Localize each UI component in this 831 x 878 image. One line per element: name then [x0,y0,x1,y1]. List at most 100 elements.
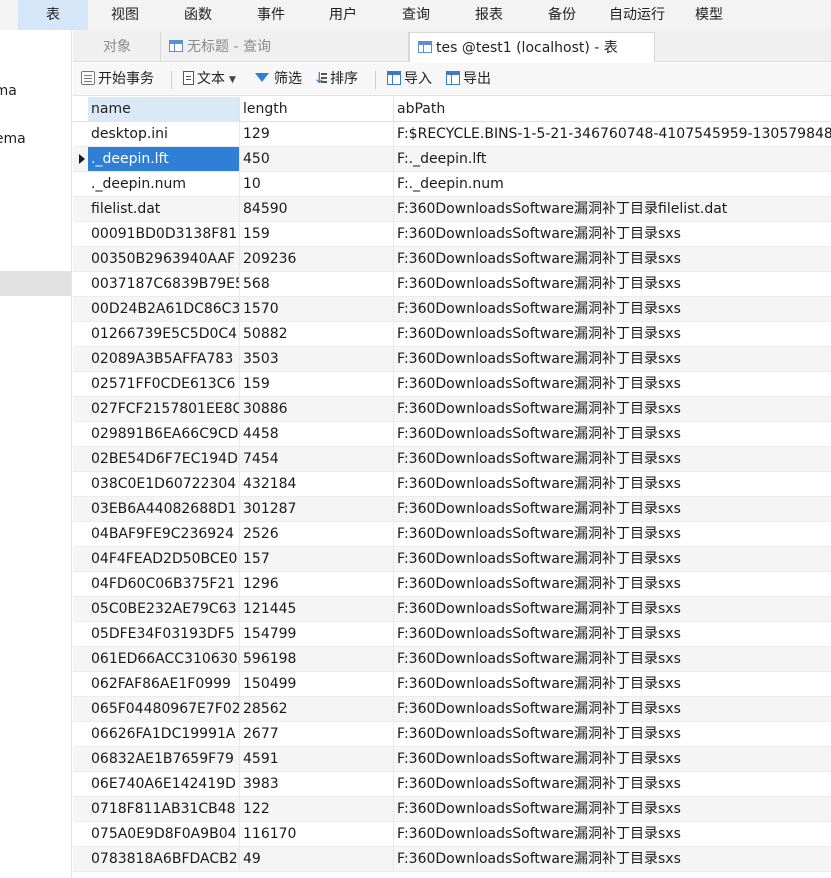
row-indicator[interactable] [73,322,88,346]
current-row-indicator-icon[interactable] [73,147,88,171]
cell-length[interactable]: 122 [240,797,394,821]
column-header-name[interactable]: name [88,97,240,122]
table-row[interactable]: 02089A3B5AFFA783 3503 F:360DownloadsSoftwa… [73,347,831,372]
cell-length[interactable]: 28562 [240,697,394,721]
cell-abpath[interactable]: F:360DownloadsSoftware漏洞补丁目录sxs [394,772,831,796]
menu-item-9[interactable]: 模型 [684,0,734,30]
table-row[interactable]: 06E740A6E142419D 3983 F:360DownloadsSoftwa… [73,772,831,797]
table-row[interactable]: 02BE54D6F7EC194D 7454 F:360DownloadsSoftwa… [73,447,831,472]
row-indicator[interactable] [73,747,88,771]
table-row[interactable]: 01266739E5C5D0C4 50882 F:360DownloadsSoftw… [73,322,831,347]
cell-name[interactable]: 038C0E1D60722304 [88,472,240,496]
tab-objects[interactable]: 对象 [73,32,161,62]
cell-abpath[interactable]: F:360DownloadsSoftware漏洞补丁目录sxs [394,497,831,521]
cell-name[interactable]: 04BAF9FE9C236924 [88,522,240,546]
cell-length[interactable]: 7454 [240,447,394,471]
cell-abpath[interactable]: F:360DownloadsSoftware漏洞补丁目录sxs [394,572,831,596]
table-row[interactable]: 0037187C6839B79E5 568 F:360DownloadsSoftwa… [73,272,831,297]
cell-name[interactable]: 029891B6EA66C9CD [88,422,240,446]
row-indicator[interactable] [73,822,88,846]
cell-length[interactable]: 49 [240,847,394,871]
table-row[interactable]: 0783818A6BFDACB2 49 F:360DownloadsSoftware… [73,847,831,872]
cell-abpath[interactable]: F:._deepin.num [394,172,831,196]
table-row[interactable]: ._deepin.lft 450 F:._deepin.lft [73,147,831,172]
cell-length[interactable]: 129 [240,122,394,146]
row-indicator[interactable] [73,772,88,796]
cell-length[interactable]: 1296 [240,572,394,596]
cell-abpath[interactable]: F:360DownloadsSoftware漏洞补丁目录sxs [394,622,831,646]
cell-name[interactable]: filelist.dat [88,197,240,221]
cell-length[interactable]: 2677 [240,722,394,746]
cell-name[interactable]: 04F4FEAD2D50BCE0 [88,547,240,571]
cell-name[interactable]: 05C0BE232AE79C63 [88,597,240,621]
table-row[interactable]: desktop.ini 129 F:$RECYCLE.BINS-1-5-21-346… [73,122,831,147]
text-button[interactable]: 文本 ▼ [183,63,236,96]
row-indicator[interactable] [73,422,88,446]
table-row[interactable]: 065F04480967E7F02 28562 F:360DownloadsSoft… [73,697,831,722]
row-indicator[interactable] [73,572,88,596]
menu-item-7[interactable]: 备份 [537,0,587,30]
cell-name[interactable]: desktop.ini [88,122,240,146]
filter-button[interactable]: 筛选 [255,63,302,96]
cell-name[interactable]: 0037187C6839B79E5 [88,272,240,296]
cell-length[interactable]: 3983 [240,772,394,796]
row-indicator[interactable] [73,622,88,646]
row-indicator[interactable] [73,222,88,246]
menu-item-3[interactable]: 事件 [246,0,296,30]
row-indicator[interactable] [73,497,88,521]
menu-item-1[interactable]: 视图 [100,0,150,30]
table-row[interactable]: filelist.dat 84590 F:360DownloadsSoftware漏… [73,197,831,222]
cell-abpath[interactable]: F:360DownloadsSoftware漏洞补丁目录filelist.dat [394,197,831,221]
table-row[interactable]: 061ED66ACC310630 596198 F:360DownloadsSoft… [73,647,831,672]
row-indicator[interactable] [73,472,88,496]
cell-name[interactable]: 02571FF0CDE613C6 [88,372,240,396]
cell-abpath[interactable]: F:360DownloadsSoftware漏洞补丁目录sxs [394,222,831,246]
cell-length[interactable]: 150499 [240,672,394,696]
table-row[interactable]: 04FD60C06B375F21 1296 F:360DownloadsSoftwa… [73,572,831,597]
row-indicator[interactable] [73,447,88,471]
cell-abpath[interactable]: F:360DownloadsSoftware漏洞补丁目录sxs [394,597,831,621]
tab-table-tes[interactable]: tes @test1 (localhost) - 表 [409,32,655,62]
cell-abpath[interactable]: F:360DownloadsSoftware漏洞补丁目录sxs [394,722,831,746]
cell-length[interactable]: 450 [240,147,394,171]
menu-item-4[interactable]: 用户 [318,0,368,30]
table-row[interactable]: 00D24B2A61DC86C3 1570 F:360DownloadsSoftwa… [73,297,831,322]
table-row[interactable]: 06626FA1DC19991A 2677 F:360DownloadsSoftwa… [73,722,831,747]
cell-abpath[interactable]: F:360DownloadsSoftware漏洞补丁目录sxs [394,822,831,846]
table-row[interactable]: 0718F811AB31CB48 122 F:360DownloadsSoftwar… [73,797,831,822]
menu-item-6[interactable]: 报表 [464,0,514,30]
cell-name[interactable]: 01266739E5C5D0C4 [88,322,240,346]
row-indicator[interactable] [73,247,88,271]
row-indicator[interactable] [73,372,88,396]
table-row[interactable]: 029891B6EA66C9CD 4458 F:360DownloadsSoftwa… [73,422,831,447]
cell-name[interactable]: 061ED66ACC310630 [88,647,240,671]
cell-name[interactable]: ._deepin.lft [88,147,240,171]
cell-length[interactable]: 209236 [240,247,394,271]
cell-abpath[interactable]: F:360DownloadsSoftware漏洞补丁目录sxs [394,797,831,821]
row-indicator[interactable] [73,197,88,221]
sort-button[interactable]: 排序 [313,62,358,96]
cell-length[interactable]: 596198 [240,647,394,671]
row-indicator[interactable] [73,122,88,146]
cell-abpath[interactable]: F:360DownloadsSoftware漏洞补丁目录sxs [394,547,831,571]
table-row[interactable]: ._deepin.num 10 F:._deepin.num [73,172,831,197]
row-indicator[interactable] [73,847,88,871]
table-row[interactable]: 00350B2963940AAF 209236 F:360DownloadsSoft… [73,247,831,272]
cell-abpath[interactable]: F:360DownloadsSoftware漏洞补丁目录sxs [394,422,831,446]
menu-item-8[interactable]: 自动运行 [602,0,672,30]
cell-name[interactable]: 0718F811AB31CB48 [88,797,240,821]
cell-abpath[interactable]: F:360DownloadsSoftware漏洞补丁目录sxs [394,372,831,396]
cell-name[interactable]: 03EB6A44082688D1 [88,497,240,521]
cell-length[interactable]: 3503 [240,347,394,371]
table-row[interactable]: 062FAF86AE1F0999 150499 F:360DownloadsSoft… [73,672,831,697]
table-row[interactable]: 05DFE34F03193DF5 154799 F:360DownloadsSoft… [73,622,831,647]
cell-name[interactable]: 0783818A6BFDACB2 [88,847,240,871]
menu-item-2[interactable]: 函数 [173,0,223,30]
menu-item-5[interactable]: 查询 [391,0,441,30]
cell-length[interactable]: 50882 [240,322,394,346]
cell-length[interactable]: 1570 [240,297,394,321]
row-indicator[interactable] [73,597,88,621]
column-header-abpath[interactable]: abPath [394,97,831,122]
cell-name[interactable]: 02089A3B5AFFA783 [88,347,240,371]
cell-name[interactable]: 04FD60C06B375F21 [88,572,240,596]
